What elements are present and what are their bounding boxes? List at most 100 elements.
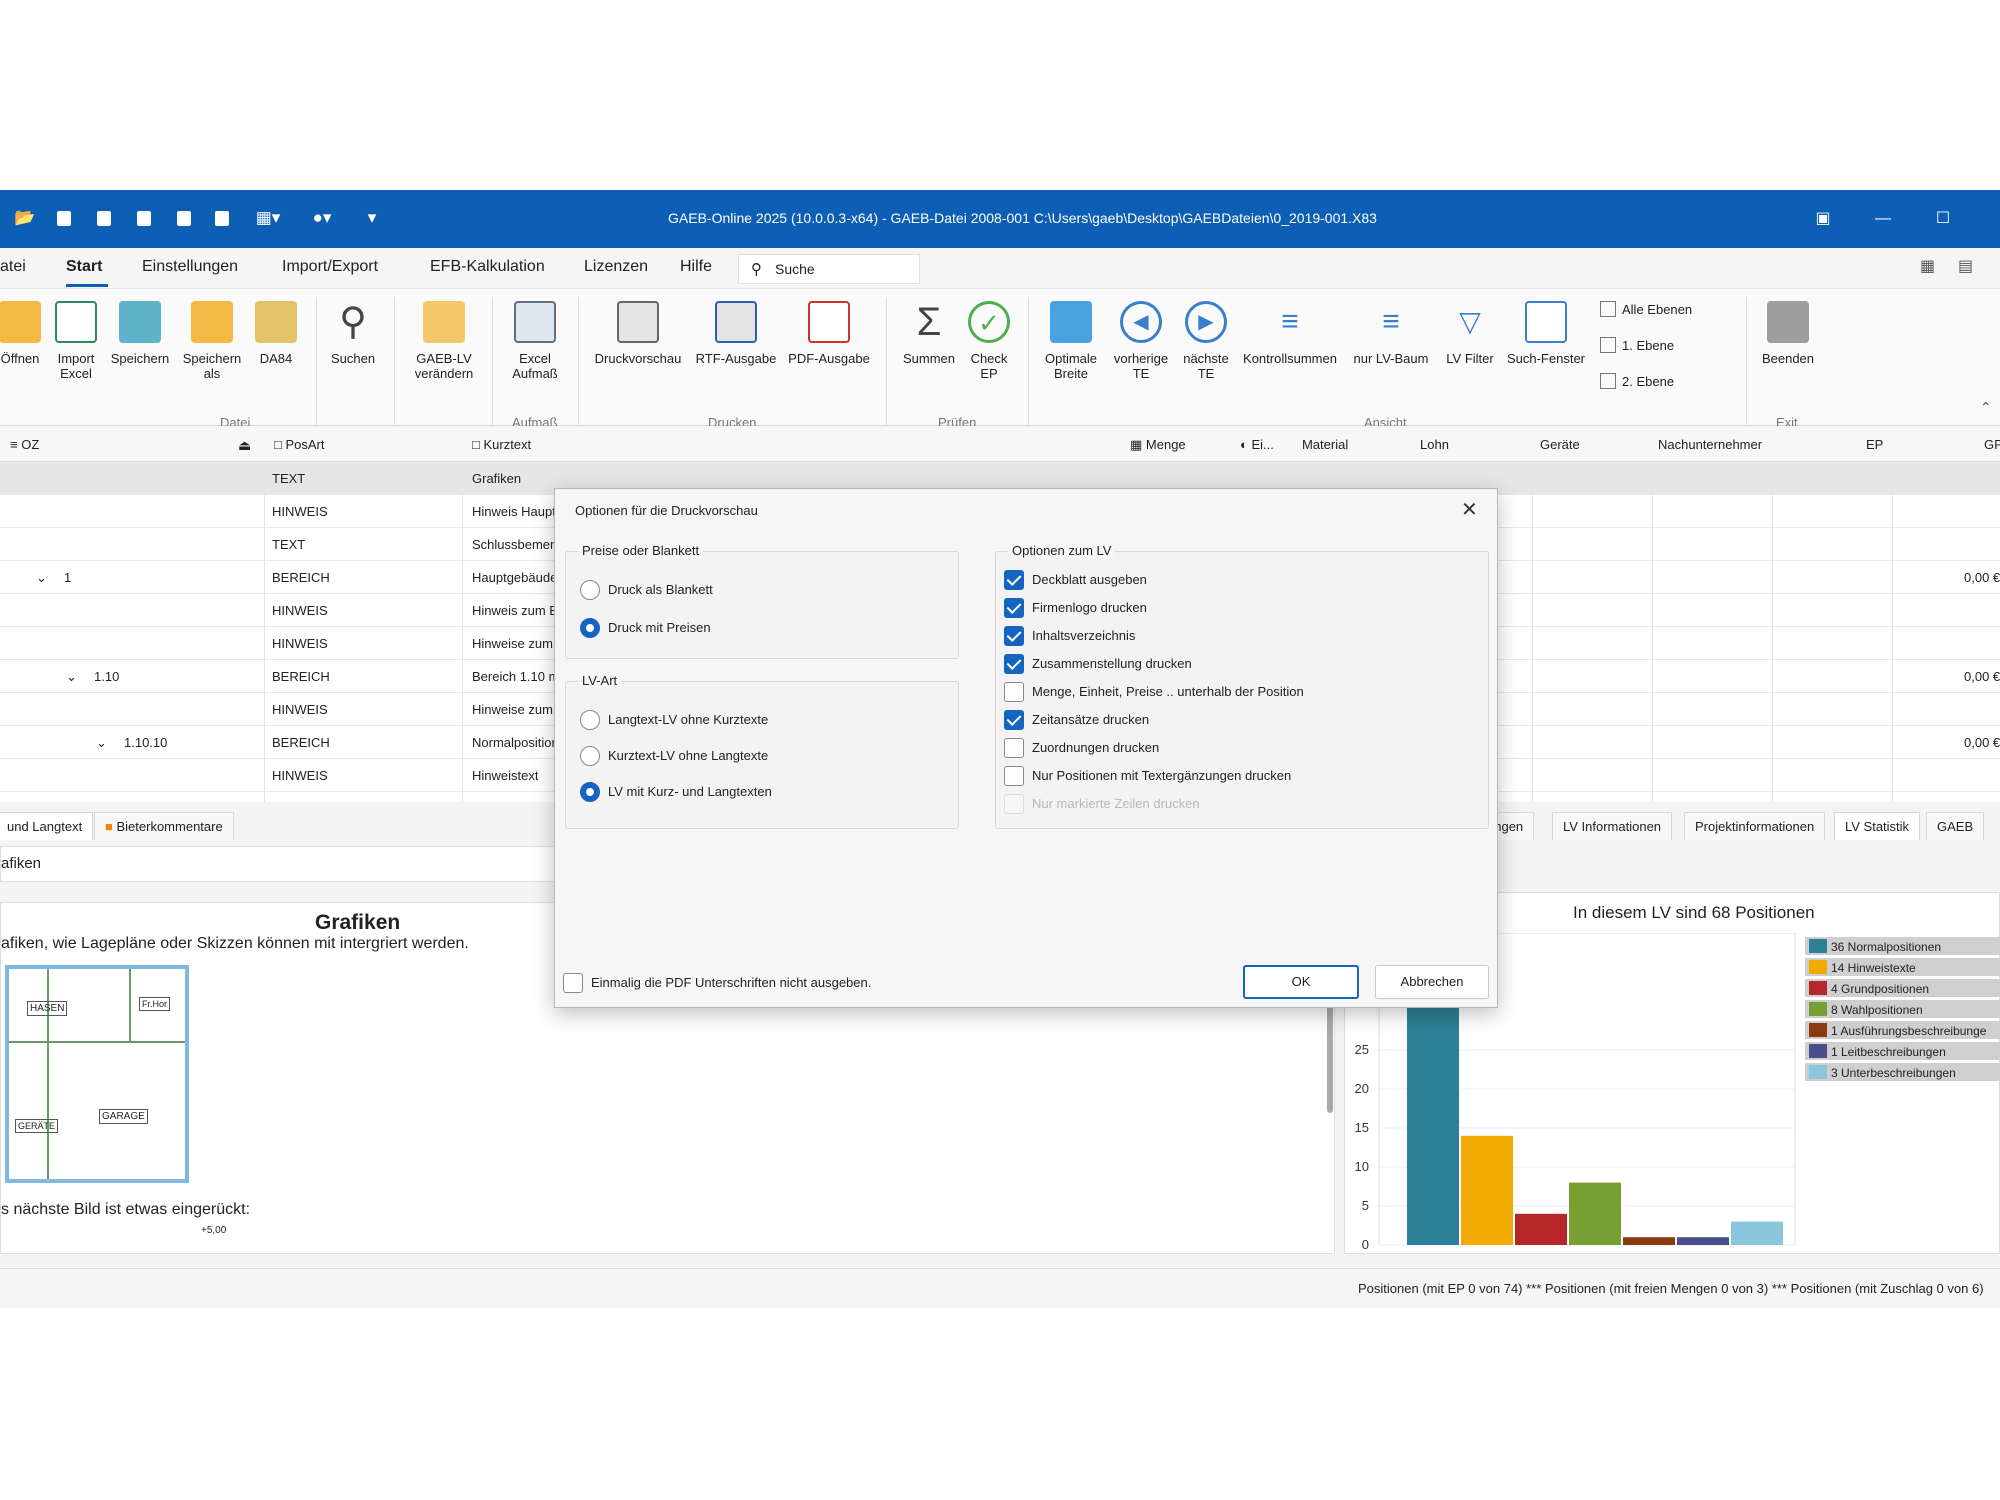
edit-lv-button[interactable]: GAEB-LV verändern <box>400 301 488 381</box>
menu-datei[interactable]: atei <box>0 258 26 276</box>
menu-lizenzen[interactable]: Lizenzen <box>584 258 648 276</box>
check-zeitansaetze[interactable]: Zeitansätze drucken <box>1004 710 1149 730</box>
restore-icon[interactable]: ▣ <box>1808 204 1838 234</box>
save-green-icon[interactable] <box>174 208 194 228</box>
import-excel-button[interactable]: Import Excel <box>50 301 102 381</box>
legend-item: 14 Hinweistexte <box>1805 958 2000 976</box>
tab-kurz-langtext[interactable]: und Langtext <box>0 812 94 840</box>
preview-scrollbar[interactable] <box>1327 993 1333 1113</box>
column-header-menge[interactable]: ▦ Menge <box>1130 437 1186 453</box>
column-header-material[interactable]: Material <box>1302 437 1348 452</box>
menu-start[interactable]: Start <box>66 258 102 276</box>
radio-kurz-langtext[interactable]: LV mit Kurz- und Langtexten <box>580 782 772 802</box>
bar-wahlpositionen[interactable] <box>1569 1182 1621 1245</box>
check-deckblatt[interactable]: Deckblatt ausgeben <box>1004 570 1147 590</box>
checksum-icon: ≡ <box>1281 305 1299 338</box>
optimal-width-button[interactable]: Optimale Breite <box>1038 301 1104 381</box>
column-header-gp[interactable]: GP <box>1984 437 2000 452</box>
check-textergaenzungen[interactable]: Nur Positionen mit Textergänzungen druck… <box>1004 766 1291 786</box>
ribbon: Öffnen Import Excel Speichern Speichern … <box>0 288 2000 430</box>
column-header-einheit[interactable]: ◐ Ei... <box>1240 437 1274 452</box>
check-firmenlogo[interactable]: Firmenlogo drucken <box>1004 598 1147 618</box>
close-icon[interactable]: ✕ <box>1461 497 1478 522</box>
tab-gaeb[interactable]: GAEB <box>1926 812 1985 840</box>
column-header-lohn[interactable]: Lohn <box>1420 437 1449 452</box>
menu-efb-kalkulation[interactable]: EFB-Kalkulation <box>430 258 545 276</box>
check-pdf-unterschriften[interactable]: Einmalig die PDF Unterschriften nicht au… <box>563 973 871 993</box>
expand-chevron-icon[interactable]: ⌄ <box>36 570 47 586</box>
column-header-oz[interactable]: ≡ OZ <box>10 437 39 452</box>
open-folder-icon[interactable]: 📂 <box>14 208 35 228</box>
expand-chevron-icon[interactable]: ⌄ <box>96 735 107 751</box>
sort-icon[interactable]: ⏏ <box>238 437 251 454</box>
maximize-icon[interactable]: ☐ <box>1928 204 1958 234</box>
exit-button[interactable]: Beenden <box>1760 301 1816 366</box>
bar-leitbeschreibungen[interactable] <box>1677 1237 1729 1245</box>
column-header-kurztext[interactable]: □ Kurztext <box>472 437 531 452</box>
all-levels-button[interactable]: Alle Ebenen <box>1600 301 1692 317</box>
tab-projektinformationen[interactable]: Projektinformationen <box>1684 812 1826 840</box>
search-button[interactable]: ⚲ Suchen <box>325 301 381 366</box>
expand-chevron-icon[interactable]: ⌄ <box>66 669 77 685</box>
check-ep-button[interactable]: ✓ Check EP <box>962 301 1016 381</box>
cell-oz: 1 <box>64 570 72 585</box>
bar-unterbeschreibungen[interactable] <box>1731 1221 1783 1245</box>
save-as-icon[interactable] <box>134 208 154 228</box>
column-header-nachunternehmer[interactable]: Nachunternehmer <box>1658 437 1762 452</box>
check-inhaltsverzeichnis[interactable]: Inhaltsverzeichnis <box>1004 626 1135 646</box>
ok-button[interactable]: OK <box>1243 965 1359 999</box>
cancel-button[interactable]: Abbrechen <box>1375 965 1489 999</box>
check-zusammenstellung[interactable]: Zusammenstellung drucken <box>1004 654 1192 674</box>
tab-bieterkommentare[interactable]: ■ Bieterkommentare <box>94 812 234 840</box>
save-as-button[interactable]: Speichern als <box>180 301 244 381</box>
bar-hinweistexte[interactable] <box>1461 1135 1513 1245</box>
bulb-icon[interactable]: ●▾ <box>304 208 340 228</box>
previous-te-button[interactable]: ◀ vorherige TE <box>1108 301 1174 381</box>
bar-grundpositionen[interactable] <box>1515 1213 1567 1245</box>
column-header-posart[interactable]: □ PosArt <box>274 437 324 452</box>
check-menge-einheit[interactable]: Menge, Einheit, Preise .. unterhalb der … <box>1004 682 1304 702</box>
checksum-button[interactable]: ≡ Kontrollsummen <box>1240 301 1340 366</box>
check-zuordnungen[interactable]: Zuordnungen drucken <box>1004 738 1159 758</box>
y-tick-label: 5 <box>1362 1198 1369 1213</box>
sum-button[interactable]: Σ Summen <box>898 301 960 366</box>
bar-ausführungsbeschreibungen[interactable] <box>1623 1237 1675 1245</box>
level-2-button[interactable]: 2. Ebene <box>1600 373 1674 389</box>
print-preview-button[interactable]: Druckvorschau <box>592 301 684 366</box>
lv-filter-button[interactable]: ▽ LV Filter <box>1440 301 1500 366</box>
menu-einstellungen[interactable]: Einstellungen <box>142 258 238 276</box>
rtf-button[interactable]: RTF-Ausgabe <box>692 301 780 366</box>
da84-button[interactable]: DA84 <box>250 301 302 366</box>
collapse-ribbon-icon[interactable]: ⌃ <box>1980 399 1992 416</box>
tab-lv-informationen[interactable]: LV Informationen <box>1552 812 1673 840</box>
radio-selected-icon <box>580 782 600 802</box>
layout-grid-icon[interactable]: ▦▾ <box>250 208 286 228</box>
document-small-icon[interactable]: ▤ <box>1958 256 1973 276</box>
menu-hilfe[interactable]: Hilfe <box>680 258 712 276</box>
lv-tree-button[interactable]: ≡ nur LV-Baum <box>1350 301 1432 366</box>
copy-icon[interactable] <box>54 208 74 228</box>
pdf-button[interactable]: PDF-Ausgabe <box>786 301 872 366</box>
print-icon[interactable] <box>212 208 232 228</box>
save-button[interactable]: Speichern <box>108 301 172 366</box>
radio-mit-preisen[interactable]: Druck mit Preisen <box>580 618 711 638</box>
column-header-geraete[interactable]: Geräte <box>1540 437 1580 452</box>
level-1-button[interactable]: 1. Ebene <box>1600 337 1674 353</box>
search-window-button[interactable]: Such-Fenster <box>1504 301 1588 366</box>
sketch-label: Fr.Hor <box>139 997 171 1011</box>
settings-small-icon[interactable]: ▦ <box>1920 256 1935 276</box>
menu-import-export[interactable]: Import/Export <box>282 258 378 276</box>
search-input[interactable]: ⚲ Suche <box>738 254 920 284</box>
next-icon: ▶ <box>1185 301 1227 343</box>
save-icon[interactable] <box>94 208 114 228</box>
next-te-button[interactable]: ▶ nächste TE <box>1176 301 1236 381</box>
open-button[interactable]: Öffnen <box>0 301 46 366</box>
column-header-ep[interactable]: EP <box>1866 437 1883 452</box>
radio-blankett[interactable]: Druck als Blankett <box>580 580 713 600</box>
minimize-icon[interactable]: — <box>1868 204 1898 234</box>
radio-kurztext[interactable]: Kurztext-LV ohne Langtexte <box>580 746 768 766</box>
radio-langtext[interactable]: Langtext-LV ohne Kurztexte <box>580 710 768 730</box>
tab-lv-statistik[interactable]: LV Statistik <box>1834 812 1921 840</box>
customize-icon[interactable]: ▾ <box>362 208 382 228</box>
excel-aufmass-button[interactable]: Excel Aufmaß <box>500 301 570 381</box>
